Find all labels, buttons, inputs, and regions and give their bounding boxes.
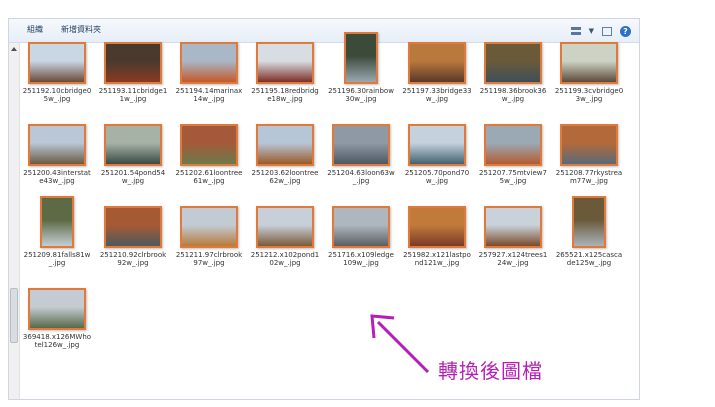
file-name-label: 251204.63loon63w_.jpg (327, 169, 395, 185)
file-name-label: 251201.54pond54w_.jpg (100, 169, 166, 185)
file-item[interactable]: 251193.11cbridge11w_.jpg (96, 30, 170, 103)
file-name-label: 251196.30rainbow30w_.jpg (328, 87, 394, 103)
file-name-label: 251212.x102pond102w_.jpg (250, 251, 320, 267)
vertical-scrollbar[interactable] (9, 43, 20, 399)
file-item[interactable]: 251204.63loon63w_.jpg (324, 112, 398, 185)
file-thumbnail[interactable] (408, 124, 466, 166)
file-thumbnail[interactable] (484, 206, 542, 248)
file-item[interactable]: 251203.62loontree62w_.jpg (248, 112, 322, 185)
file-item[interactable]: 251716.x109ledge109w_.jpg (324, 194, 398, 267)
file-item[interactable]: 251194.14marinax14w_.jpg (172, 30, 246, 103)
file-item[interactable]: 251198.36brook36w_.jpg (476, 30, 550, 103)
file-item[interactable]: 369418.x126MWhotel126w_.jpg (20, 276, 94, 349)
file-item[interactable]: 251205.70pond70w_.jpg (400, 112, 474, 185)
file-thumbnail[interactable] (484, 124, 542, 166)
file-name-label: 251208.77rkystream77w_.jpg (555, 169, 623, 185)
file-thumbnail[interactable] (256, 42, 314, 84)
file-item[interactable]: 251200.43interstate43w_.jpg (20, 112, 94, 185)
file-thumbnail[interactable] (560, 124, 618, 166)
file-name-label: 265521.x125cascade125w_.jpg (555, 251, 623, 267)
file-name-label: 251211.97clrbrook97w_.jpg (175, 251, 243, 267)
file-thumbnail[interactable] (104, 42, 162, 84)
file-thumbnail[interactable] (28, 288, 86, 330)
file-item[interactable]: 251982.x121lastpond121w_.jpg (400, 194, 474, 267)
file-item[interactable]: 251197.33bridge33w_.jpg (400, 30, 474, 103)
file-name-label: 251205.70pond70w_.jpg (404, 169, 470, 185)
file-item[interactable]: 251208.77rkystream77w_.jpg (552, 112, 626, 185)
file-item[interactable]: 257927.x124trees124w_.jpg (476, 194, 550, 267)
file-name-label: 251207.75mtview75w_.jpg (479, 169, 547, 185)
file-thumbnail[interactable] (256, 124, 314, 166)
file-item[interactable]: 251207.75mtview75w_.jpg (476, 112, 550, 185)
file-item[interactable]: 251209.81falls81w_.jpg (20, 194, 94, 267)
annotation-text: 轉換後圖檔 (438, 359, 543, 383)
file-item[interactable]: 251212.x102pond102w_.jpg (248, 194, 322, 267)
file-name-label: 251195.18redbridge18w_.jpg (251, 87, 319, 103)
file-item[interactable]: 251196.30rainbow30w_.jpg (324, 30, 398, 103)
file-item[interactable]: 251192.10cbridge05w_.jpg (20, 30, 94, 103)
file-thumbnail[interactable] (408, 206, 466, 248)
file-thumbnail[interactable] (180, 124, 238, 166)
file-item[interactable]: 251199.3cvbridge03w_.jpg (552, 30, 626, 103)
file-thumbnail[interactable] (332, 124, 390, 166)
file-name-label: 251192.10cbridge05w_.jpg (22, 87, 92, 103)
file-thumbnail[interactable] (484, 42, 542, 84)
file-thumbnail[interactable] (104, 124, 162, 166)
file-name-label: 251203.62loontree62w_.jpg (251, 169, 319, 185)
file-name-label: 251982.x121lastpond121w_.jpg (403, 251, 471, 267)
file-name-label: 251194.14marinax14w_.jpg (175, 87, 243, 103)
file-name-label: 251209.81falls81w_.jpg (23, 251, 91, 267)
file-item[interactable]: 251211.97clrbrook97w_.jpg (172, 194, 246, 267)
file-name-label: 251193.11cbridge11w_.jpg (98, 87, 168, 103)
file-item[interactable]: 251210.92clrbrook92w_.jpg (96, 194, 170, 267)
file-thumbnail[interactable] (28, 42, 86, 84)
file-thumbnail[interactable] (408, 42, 466, 84)
file-thumbnail[interactable] (180, 206, 238, 248)
file-name-label: 251199.3cvbridge03w_.jpg (554, 87, 624, 103)
file-thumbnail[interactable] (104, 206, 162, 248)
file-item[interactable]: 251202.61loontree61w_.jpg (172, 112, 246, 185)
file-name-label: 251210.92clrbrook92w_.jpg (99, 251, 167, 267)
file-name-label: 251200.43interstate43w_.jpg (23, 169, 91, 185)
file-name-label: 251202.61loontree61w_.jpg (175, 169, 243, 185)
scrollbar-thumb[interactable] (10, 288, 18, 343)
file-thumbnail[interactable] (256, 206, 314, 248)
scroll-up-arrow-icon[interactable] (11, 47, 17, 51)
file-thumbnail[interactable] (572, 196, 606, 248)
file-thumbnail[interactable] (180, 42, 238, 84)
file-item[interactable]: 251201.54pond54w_.jpg (96, 112, 170, 185)
file-name-label: 369418.x126MWhotel126w_.jpg (22, 333, 92, 349)
file-name-label: 251716.x109ledge109w_.jpg (328, 251, 394, 267)
file-name-label: 257927.x124trees124w_.jpg (478, 251, 548, 267)
file-thumbnail[interactable] (560, 42, 618, 84)
file-name-label: 251197.33bridge33w_.jpg (402, 87, 472, 103)
file-name-label: 251198.36brook36w_.jpg (479, 87, 547, 103)
file-thumbnail[interactable] (40, 196, 74, 248)
file-thumbnail[interactable] (28, 124, 86, 166)
file-item[interactable]: 265521.x125cascade125w_.jpg (552, 194, 626, 267)
file-thumbnail[interactable] (344, 32, 378, 84)
file-item[interactable]: 251195.18redbridge18w_.jpg (248, 30, 322, 103)
file-thumbnail[interactable] (332, 206, 390, 248)
